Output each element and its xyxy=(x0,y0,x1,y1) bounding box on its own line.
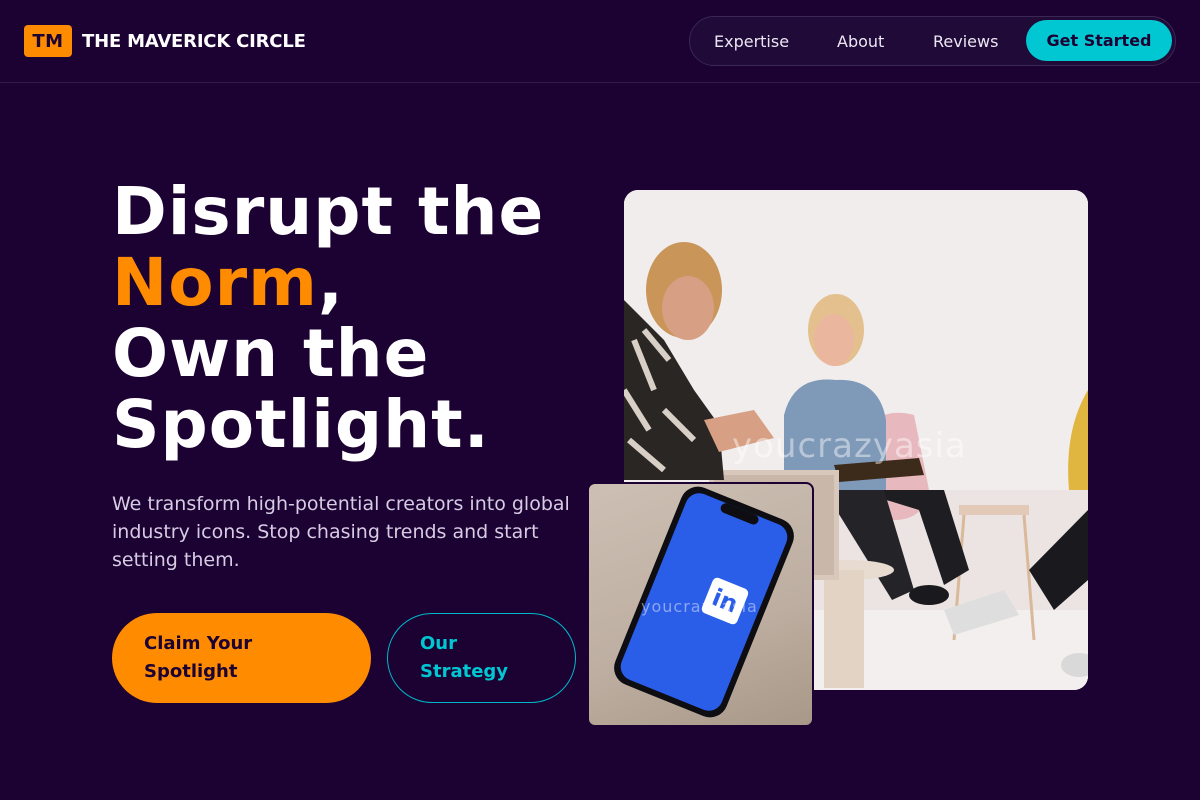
site-header: TM THE MAVERICK CIRCLE Expertise About R… xyxy=(0,0,1200,83)
hero-title: Disrupt the Norm, Own the Spotlight. xyxy=(112,176,592,460)
hero-title-comma: , xyxy=(317,244,344,321)
main-nav: Expertise About Reviews Get Started xyxy=(689,16,1176,66)
hero-title-line4: Spotlight. xyxy=(112,386,490,463)
brand-logo[interactable]: TM THE MAVERICK CIRCLE xyxy=(24,25,306,57)
phone-photo-watermark: youcrazyasia xyxy=(641,597,758,616)
hero-title-line1: Disrupt the xyxy=(112,173,545,250)
hero-photo-phone: in youcrazyasia xyxy=(587,482,814,727)
hero-title-line3: Own the xyxy=(112,315,430,392)
hero-title-accent: Norm xyxy=(112,244,318,321)
get-started-button[interactable]: Get Started xyxy=(1026,20,1172,61)
nav-link-about[interactable]: About xyxy=(837,17,884,65)
hero-subtitle: We transform high-potential creators int… xyxy=(112,493,570,571)
claim-spotlight-button[interactable]: Claim Your Spotlight xyxy=(112,613,371,703)
nav-link-reviews[interactable]: Reviews xyxy=(933,17,998,65)
brand-mark: TM xyxy=(24,25,72,57)
photo-watermark: youcrazyasia xyxy=(732,426,967,466)
our-strategy-button[interactable]: Our Strategy xyxy=(387,613,576,703)
nav-link-expertise[interactable]: Expertise xyxy=(714,17,789,65)
brand-name: THE MAVERICK CIRCLE xyxy=(82,30,306,52)
